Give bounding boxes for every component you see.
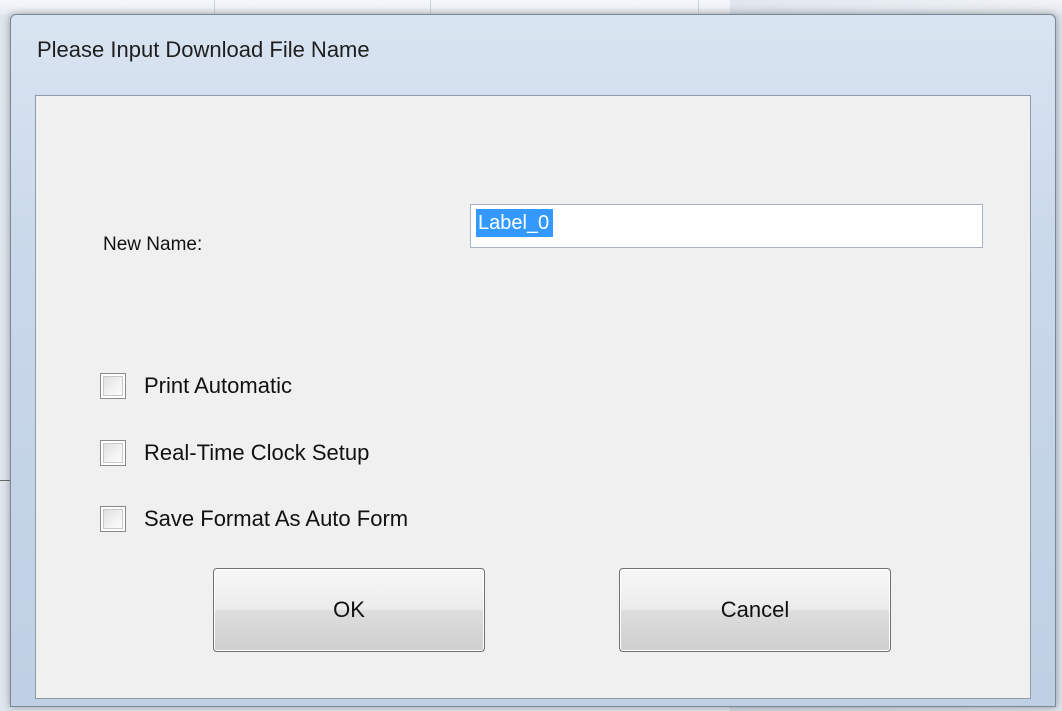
dialog-body: New Name: Label_0 Print Automatic Real-T… [35, 95, 1031, 699]
download-file-name-dialog: Please Input Download File Name New Name… [10, 14, 1056, 707]
new-name-input[interactable]: Label_0 [470, 204, 983, 248]
save-format-label[interactable]: Save Format As Auto Form [144, 506, 408, 532]
title-bar[interactable]: Please Input Download File Name [11, 15, 1055, 85]
new-name-value: Label_0 [476, 209, 554, 237]
real-time-clock-label[interactable]: Real-Time Clock Setup [144, 440, 369, 466]
print-automatic-checkbox[interactable] [100, 373, 126, 399]
dialog-title: Please Input Download File Name [37, 37, 370, 62]
save-format-checkbox[interactable] [100, 506, 126, 532]
real-time-clock-checkbox[interactable] [100, 440, 126, 466]
save-format-option[interactable]: Save Format As Auto Form [100, 503, 408, 535]
new-name-label: New Name: [103, 234, 203, 255]
cancel-button[interactable]: Cancel [619, 568, 891, 652]
ok-button[interactable]: OK [213, 568, 485, 652]
print-automatic-option[interactable]: Print Automatic [100, 370, 292, 402]
real-time-clock-option[interactable]: Real-Time Clock Setup [100, 437, 369, 469]
print-automatic-label[interactable]: Print Automatic [144, 373, 292, 399]
